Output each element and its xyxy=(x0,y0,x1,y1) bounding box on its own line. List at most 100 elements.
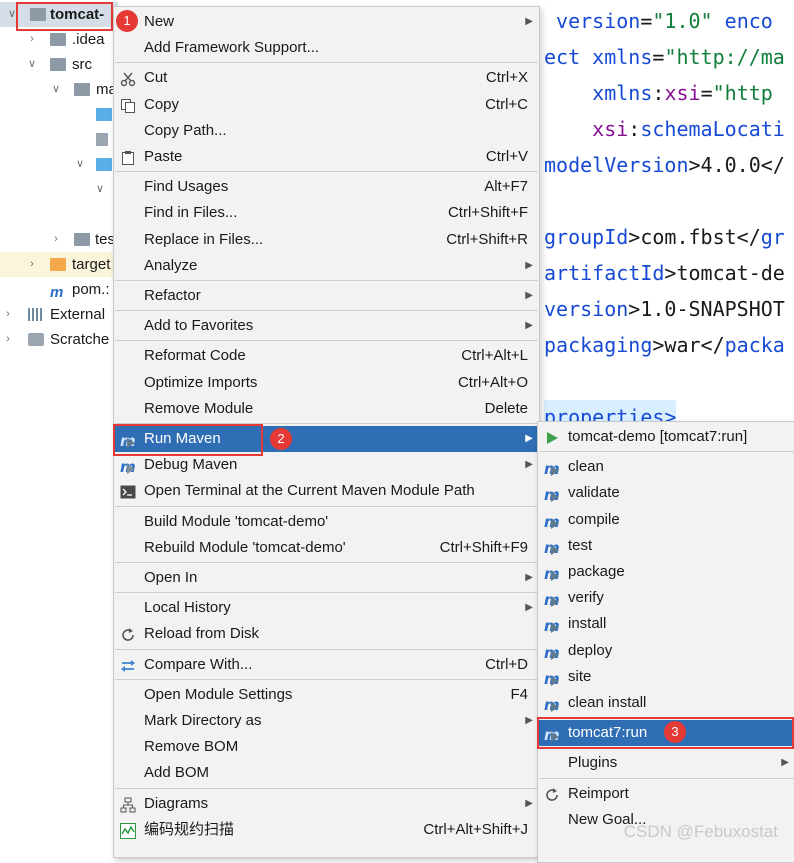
menu-item-new[interactable]: New ▶ xyxy=(114,9,539,35)
menu-item-reformat-code[interactable]: Reformat Code Ctrl+Alt+L xyxy=(114,343,539,369)
menu-item-clean-install[interactable]: m clean install xyxy=(538,690,794,716)
menu-separator xyxy=(115,340,538,342)
menu-item-analyze[interactable]: Analyze ▶ xyxy=(114,253,539,279)
menu-item-open-in[interactable]: Open In ▶ xyxy=(114,565,539,591)
chevron-right-icon[interactable]: › xyxy=(2,327,14,352)
menu-item-verify[interactable]: m verify xyxy=(538,585,794,611)
menu-item-label: Copy Path... xyxy=(144,121,227,139)
menu-item-find-usages[interactable]: Find Usages Alt+F7 xyxy=(114,174,539,200)
menu-item-add-bom[interactable]: Add BOM xyxy=(114,760,539,786)
menu-item-shortcut: Delete xyxy=(484,399,528,417)
maven-goal-icon: m xyxy=(544,512,560,531)
chevron-right-icon[interactable]: › xyxy=(50,227,62,252)
folder-icon xyxy=(50,58,66,71)
code-token: enco xyxy=(724,9,773,33)
menu-separator xyxy=(115,592,538,594)
tree-row-pom[interactable]: m pom.: xyxy=(0,277,118,302)
scissors-icon xyxy=(120,70,136,87)
tree-row-target[interactable]: › target xyxy=(0,252,118,277)
folder-icon xyxy=(50,33,66,46)
menu-item-label: Reimport xyxy=(568,784,629,802)
run-maven-submenu: tomcat-demo [tomcat7:run] m clean m validate… xyxy=(537,421,794,863)
code-token: >war</ xyxy=(652,333,725,357)
menu-item-paste[interactable]: Paste Ctrl+V xyxy=(114,144,539,170)
tree-row-file[interactable] xyxy=(0,127,118,152)
tree-row-src[interactable]: ∨ src xyxy=(0,52,118,77)
code-token: >com.fbst</ xyxy=(628,225,761,249)
menu-item-open-terminal-at-the-current-maven-module-path[interactable]: Open Terminal at the Current Maven Modul… xyxy=(114,478,539,504)
menu-item-shortcut: Ctrl+D xyxy=(485,655,528,673)
code-token: >1.0-SNAPSHOT xyxy=(628,297,785,321)
paste-icon xyxy=(120,149,136,165)
folder-icon xyxy=(74,83,90,96)
menu-separator xyxy=(115,310,538,312)
code-token: ect xyxy=(544,45,581,69)
tree-row-scratches[interactable]: › Scratche xyxy=(0,327,118,352)
menu-item-test[interactable]: m test xyxy=(538,533,794,559)
code-token: = xyxy=(652,45,665,69)
menu-item-label: Compare With... xyxy=(144,655,253,673)
maven-goal-icon: m xyxy=(544,643,560,662)
menu-item-tomcat-demo-tomcat7-run[interactable]: tomcat-demo [tomcat7:run] xyxy=(538,424,794,450)
menu-item-local-history[interactable]: Local History ▶ xyxy=(114,595,539,621)
tree-row-main[interactable]: ∨ ma xyxy=(0,77,118,102)
chevron-down-icon[interactable]: ∨ xyxy=(26,52,38,77)
menu-item-refactor[interactable]: Refactor ▶ xyxy=(114,283,539,309)
menu-item-compare-with[interactable]: Compare With... Ctrl+D xyxy=(114,652,539,678)
menu-item-debug-maven[interactable]: m Debug Maven ▶ xyxy=(114,452,539,478)
menu-item-diagrams[interactable]: Diagrams ▶ xyxy=(114,791,539,817)
code-line: ect xmlns="http://ma xyxy=(544,40,785,74)
menu-item-add-to-favorites[interactable]: Add to Favorites ▶ xyxy=(114,313,539,339)
menu-item-label: Paste xyxy=(144,148,183,165)
menu-item-site[interactable]: m site xyxy=(538,664,794,690)
tree-row-external[interactable]: › External xyxy=(0,302,118,327)
menu-item-label: Copy xyxy=(144,95,180,113)
menu-item-copy[interactable]: Copy Ctrl+C xyxy=(114,92,539,118)
watermark: CSDN @Febuxostat xyxy=(623,822,778,841)
menu-item-build-module-tomcat-demo[interactable]: Build Module 'tomcat-demo' xyxy=(114,509,539,535)
menu-item-validate[interactable]: m validate xyxy=(538,480,794,506)
menu-item-remove-bom[interactable]: Remove BOM xyxy=(114,734,539,760)
menu-item-plugins[interactable]: Plugins ▶ xyxy=(538,750,794,776)
tree-row-webinf[interactable]: ∨ xyxy=(0,177,118,202)
menu-item-add-framework-support[interactable]: Add Framework Support... xyxy=(114,35,539,61)
menu-item-cut[interactable]: Cut Ctrl+X xyxy=(114,65,539,91)
code-token: "1.0" xyxy=(652,9,713,33)
menu-item-install[interactable]: m install xyxy=(538,611,794,637)
chevron-down-icon[interactable]: ∨ xyxy=(50,77,62,102)
submenu-arrow-icon: ▶ xyxy=(525,572,533,583)
run-green-icon xyxy=(544,429,560,445)
menu-item-item[interactable]: 编码规约扫描 Ctrl+Alt+Shift+J xyxy=(114,817,539,843)
menu-item-deploy[interactable]: m deploy xyxy=(538,638,794,664)
menu-item-reload-from-disk[interactable]: Reload from Disk xyxy=(114,621,539,647)
menu-item-copy-path[interactable]: Copy Path... xyxy=(114,118,539,144)
tree-row-webapp[interactable]: ∨ xyxy=(0,152,118,177)
menu-item-find-in-files[interactable]: Find in Files... Ctrl+Shift+F xyxy=(114,200,539,226)
code-token: version xyxy=(544,297,629,321)
tree-item-label: Scratche xyxy=(50,331,110,348)
chevron-right-icon[interactable]: › xyxy=(26,252,38,277)
menu-item-label: Build Module 'tomcat-demo' xyxy=(144,512,329,530)
tree-row-java[interactable] xyxy=(0,102,118,127)
menu-item-mark-directory-as[interactable]: Mark Directory as ▶ xyxy=(114,708,539,734)
chevron-right-icon[interactable]: › xyxy=(2,302,14,327)
chevron-down-icon[interactable]: ∨ xyxy=(74,152,86,177)
menu-item-open-module-settings[interactable]: Open Module Settings F4 xyxy=(114,682,539,708)
menu-item-optimize-imports[interactable]: Optimize Imports Ctrl+Alt+O xyxy=(114,370,539,396)
menu-item-reimport[interactable]: Reimport xyxy=(538,781,794,807)
menu-item-remove-module[interactable]: Remove Module Delete xyxy=(114,396,539,422)
menu-item-label: Find Usages xyxy=(144,178,229,196)
submenu-arrow-icon: ▶ xyxy=(525,602,533,614)
menu-item-replace-in-files[interactable]: Replace in Files... Ctrl+Shift+R xyxy=(114,227,539,253)
tree-row-test[interactable]: › tes xyxy=(0,227,118,252)
code-token: "http://ma xyxy=(664,45,785,69)
reload-icon xyxy=(544,786,560,802)
chevron-down-icon[interactable]: ∨ xyxy=(94,177,106,202)
menu-item-clean[interactable]: m clean xyxy=(538,454,794,480)
menu-item-label: Refactor xyxy=(144,287,201,304)
menu-item-compile[interactable]: m compile xyxy=(538,507,794,533)
menu-item-package[interactable]: m package xyxy=(538,559,794,585)
menu-item-rebuild-module-tomcat-demo[interactable]: Rebuild Module 'tomcat-demo' Ctrl+Shift+F… xyxy=(114,535,539,561)
